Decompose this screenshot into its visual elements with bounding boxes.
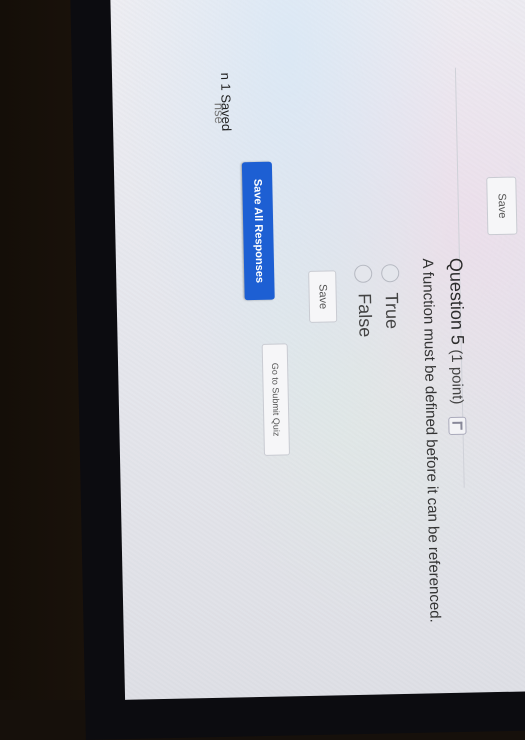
option-false-label: False [354,292,376,338]
question-text: A function must be defined before it can… [418,258,444,623]
option-true-label: True [381,292,403,330]
question-points: (1 point) [447,349,466,405]
prev-save-button[interactable]: Save [486,176,518,236]
laptop-screen: nse 44 36 Save Question 5 (1 point) A fu… [110,0,525,700]
option-false[interactable]: False [353,264,376,338]
question-text-row: A function must be defined before it can… [418,258,444,623]
question-title-row: Question 5 (1 point) [445,257,470,436]
radio-icon[interactable] [354,264,373,283]
option-true[interactable]: True [380,263,403,330]
question-title: Question 5 [445,257,468,346]
go-to-submit-quiz-button[interactable]: Go to Submit Quiz [261,343,290,456]
save-all-responses-button[interactable]: Save All Responses [241,161,275,301]
question-save-button[interactable]: Save [308,270,338,323]
quiz-page: nse 44 36 Save Question 5 (1 point) A fu… [212,64,525,673]
flag-icon[interactable] [448,416,467,436]
radio-icon[interactable] [381,263,400,283]
saved-status: n 1 Saved [217,72,235,132]
